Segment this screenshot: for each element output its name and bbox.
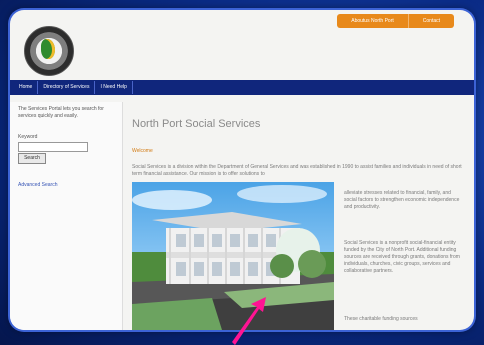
nav-item-directory[interactable]: Directory of Services bbox=[38, 81, 96, 94]
search-button[interactable]: Search bbox=[18, 153, 46, 164]
pink-arrow-icon bbox=[232, 297, 266, 345]
intro-text-right-1: alleviate stresses related to financial,… bbox=[344, 190, 460, 210]
page-title: North Port Social Services bbox=[132, 118, 261, 130]
intro-text: Social Services is a division within the… bbox=[132, 164, 462, 177]
browser-frame: Aboutus North Port Contact Home Director… bbox=[10, 10, 474, 330]
seal-graphic-icon bbox=[41, 39, 55, 59]
intro-text-right-3: These charitable funding sources bbox=[344, 316, 418, 322]
left-sidebar: The Services Portal lets you search for … bbox=[10, 102, 123, 330]
intro-text-right-2: Social Services is a nonprofit social-fi… bbox=[344, 240, 460, 274]
top-links: Aboutus North Port Contact bbox=[337, 14, 454, 28]
welcome-heading: Welcome bbox=[132, 148, 153, 154]
sidebar-description: The Services Portal lets you search for … bbox=[18, 106, 104, 119]
search-label: Keyword bbox=[18, 134, 38, 140]
nav-item-home[interactable]: Home bbox=[14, 81, 39, 94]
city-seal-logo bbox=[24, 26, 74, 76]
top-link-contact[interactable]: Contact bbox=[407, 14, 454, 28]
advanced-search-link[interactable]: Advanced Search bbox=[18, 182, 57, 188]
top-link-about[interactable]: Aboutus North Port bbox=[337, 14, 408, 28]
main-nav: Home Directory of Services I Need Help bbox=[10, 80, 474, 95]
search-input[interactable] bbox=[18, 142, 88, 152]
nav-item-help[interactable]: I Need Help bbox=[95, 81, 133, 94]
